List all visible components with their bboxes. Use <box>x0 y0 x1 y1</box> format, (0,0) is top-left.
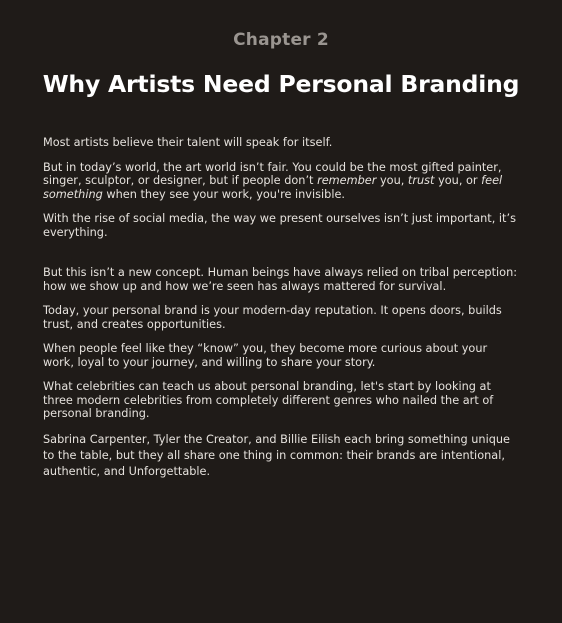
paragraph-8: Sabrina Carpenter, Tyler the Creator, an… <box>43 432 510 478</box>
book-page: Chapter 2 Why Artists Need Personal Bran… <box>0 0 562 623</box>
paragraph-5: Today, your personal brand is your moder… <box>43 304 502 331</box>
paragraph-2-part-c: you, <box>376 174 408 187</box>
chapter-title: Why Artists Need Personal Branding <box>42 70 520 98</box>
chapter-body: Most artists believe their talent will s… <box>43 136 521 491</box>
paragraph-2-part-g: when they see your work, you're invisibl… <box>102 187 346 201</box>
chapter-label: Chapter 2 <box>233 30 329 50</box>
paragraph-2-part-e: you, or <box>434 174 482 187</box>
emphasis-trust: trust <box>407 174 435 187</box>
paragraph-1: Most artists believe their talent will s… <box>43 136 333 149</box>
emphasis-remember: remember <box>317 174 377 187</box>
paragraph-3: With the rise of social media, the way w… <box>43 212 516 239</box>
paragraph-6: When people feel like they “know” you, t… <box>43 342 488 369</box>
paragraph-7: What celebrities can teach us about pers… <box>43 380 494 420</box>
paragraph-2: But in today’s world, the art world isn’… <box>43 161 521 202</box>
paragraph-4: But this isn’t a new concept. Human bein… <box>43 266 518 293</box>
